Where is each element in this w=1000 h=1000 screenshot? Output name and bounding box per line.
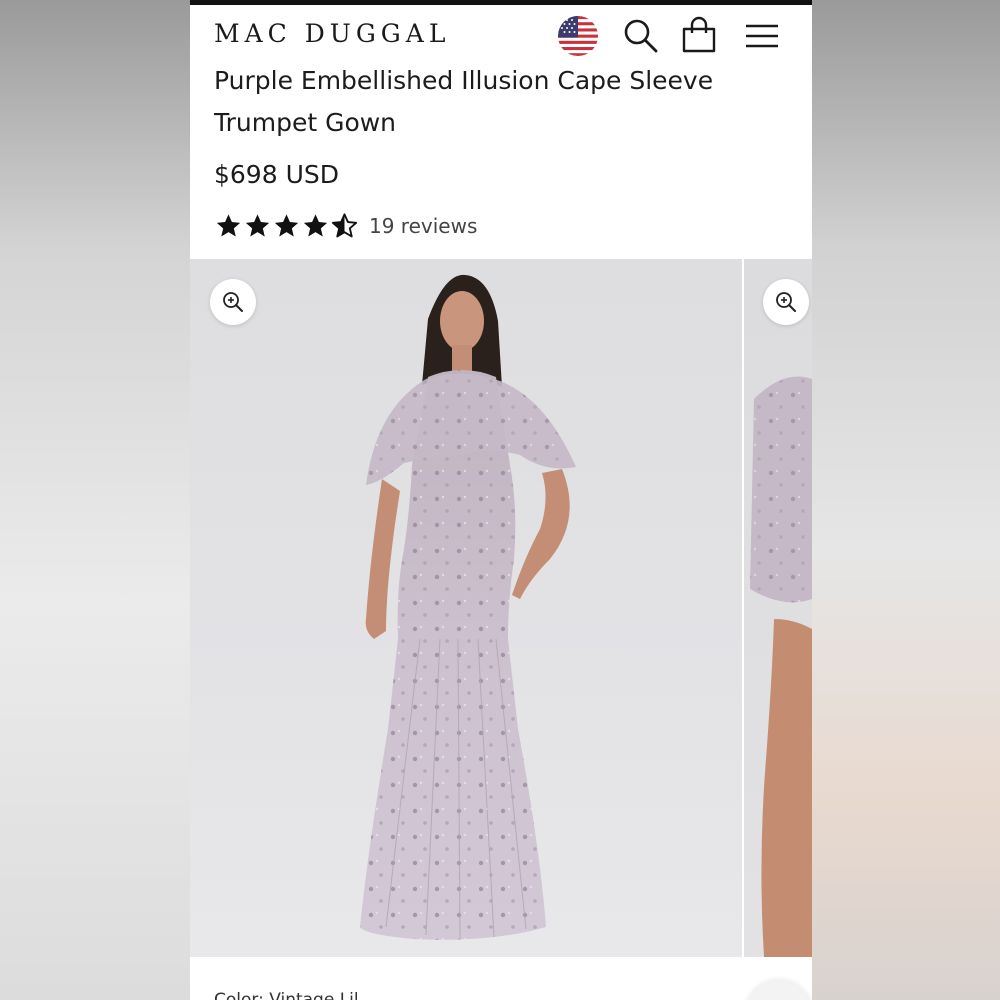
star-full-icon [303,214,328,237]
gown-side-image[interactable] [744,259,812,957]
star-full-icon [245,214,270,237]
us-flag-icon[interactable] [558,16,598,56]
zoom-in-icon [223,292,243,312]
product-price: $698 USD [214,160,339,189]
product-rating[interactable]: 19 reviews [214,210,477,242]
reviews-count-link[interactable]: 19 reviews [369,214,477,238]
product-gallery[interactable] [190,259,812,957]
gown-front-image[interactable] [190,259,742,957]
product-title: Purple Embellished Illusion Cape Sleeve … [214,66,714,137]
brand-logo[interactable]: MAC DUGGAL [214,19,450,48]
rating-stars [214,212,359,240]
star-half-icon [331,213,358,238]
color-selector-label: Color: Vintage Lil [214,990,359,1000]
background-left [0,0,190,1000]
zoom-in-icon [776,292,796,312]
shopping-bag-icon[interactable] [678,15,720,57]
background-right [812,0,1000,1000]
chat-button[interactable] [746,980,812,1000]
zoom-in-button[interactable] [763,279,809,325]
zoom-in-button[interactable] [210,279,256,325]
star-full-icon [274,214,299,237]
product-page: MAC DUGGAL Purple Embellished Illusion C… [190,0,812,1000]
site-header: MAC DUGGAL [190,5,812,65]
search-icon[interactable] [620,15,662,57]
hamburger-menu-icon[interactable] [740,15,782,57]
star-full-icon [216,214,241,237]
